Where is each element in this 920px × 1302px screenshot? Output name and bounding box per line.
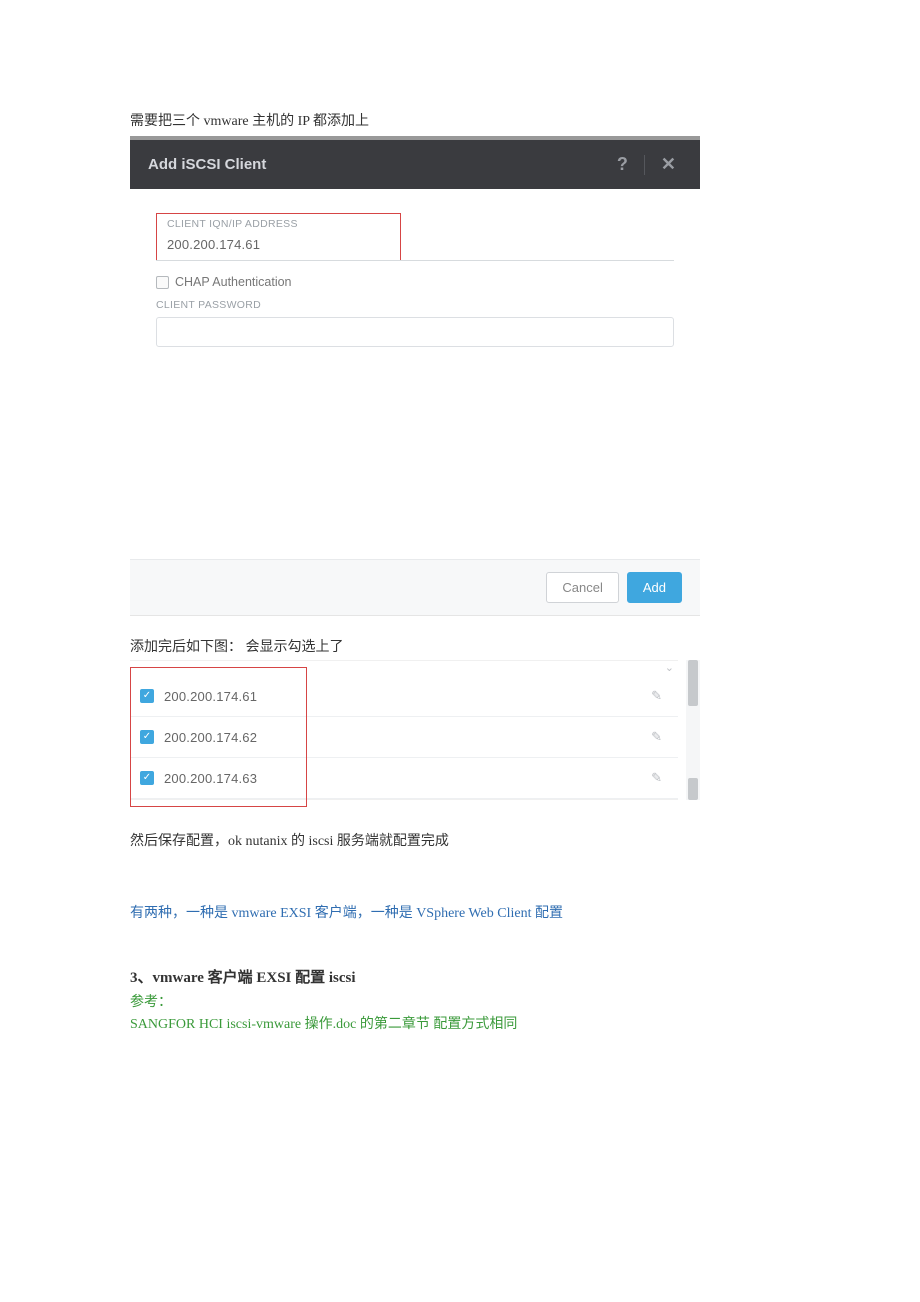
dialog-footer: Cancel Add <box>130 559 700 615</box>
paragraph-two-methods: 有两种，一种是 vmware EXSI 客户端，一种是 VSphere Web … <box>130 902 790 926</box>
dialog-header: Add iSCSI Client ? ✕ <box>130 140 700 189</box>
client-list: ⌄ ✓ 200.200.174.61 ✎ ✓ 200.200.174.62 ✎ <box>130 660 678 800</box>
input-underline <box>156 260 674 261</box>
list-item[interactable]: ✓ 200.200.174.63 ✎ <box>130 758 678 799</box>
edit-icon[interactable]: ✎ <box>651 729 662 745</box>
scroll-thumb[interactable] <box>688 778 698 800</box>
scroll-thumb[interactable] <box>688 660 698 706</box>
client-list-wrap: ⌄ ✓ 200.200.174.61 ✎ ✓ 200.200.174.62 ✎ <box>130 660 700 800</box>
header-divider <box>644 155 645 175</box>
dialog-header-actions: ? ✕ <box>611 154 682 175</box>
client-password-input[interactable] <box>156 317 674 347</box>
cancel-button[interactable]: Cancel <box>546 572 618 603</box>
scrollbar[interactable] <box>686 660 700 800</box>
intro-text: 需要把三个 vmware 主机的 IP 都添加上 <box>130 110 790 130</box>
chap-auth-row[interactable]: CHAP Authentication <box>156 275 674 289</box>
checked-icon: ✓ <box>140 730 154 744</box>
add-button[interactable]: Add <box>627 572 682 603</box>
after-add-text: 添加完后如下图： 会显示勾选上了 <box>130 636 790 656</box>
client-iqn-ip-field-highlight: CLIENT IQN/IP ADDRESS 200.200.174.61 <box>156 213 401 261</box>
reference-doc: SANGFOR HCI iscsi-vmware 操作.doc 的第二章节 配置… <box>130 1013 790 1033</box>
help-icon[interactable]: ? <box>611 154 634 175</box>
ip-text: 200.200.174.63 <box>164 771 257 786</box>
chap-label: CHAP Authentication <box>175 275 292 289</box>
client-password-label: CLIENT PASSWORD <box>156 299 674 311</box>
section-heading: 3、vmware 客户端 EXSI 配置 iscsi <box>130 966 790 987</box>
list-item[interactable]: ✓ 200.200.174.61 ✎ <box>130 676 678 717</box>
checked-icon: ✓ <box>140 689 154 703</box>
add-iscsi-client-dialog: Add iSCSI Client ? ✕ CLIENT IQN/IP ADDRE… <box>130 136 700 616</box>
reference-label: 参考： <box>130 991 790 1011</box>
dialog-body: CLIENT IQN/IP ADDRESS 200.200.174.61 CHA… <box>130 189 700 559</box>
list-item[interactable]: ✓ 200.200.174.62 ✎ <box>130 717 678 758</box>
dialog-title: Add iSCSI Client <box>148 156 266 173</box>
edit-icon[interactable]: ✎ <box>651 688 662 704</box>
ip-text: 200.200.174.62 <box>164 730 257 745</box>
paragraph-save-config: 然后保存配置，ok nutanix 的 iscsi 服务端就配置完成 <box>130 830 790 854</box>
list-top-fragment: ⌄ <box>130 661 678 676</box>
client-iqn-ip-label: CLIENT IQN/IP ADDRESS <box>167 218 390 230</box>
ip-text: 200.200.174.61 <box>164 689 257 704</box>
edit-icon[interactable]: ✎ <box>651 770 662 786</box>
checked-icon: ✓ <box>140 771 154 785</box>
close-icon[interactable]: ✕ <box>655 154 682 175</box>
client-iqn-ip-value[interactable]: 200.200.174.61 <box>167 237 260 252</box>
chap-checkbox[interactable] <box>156 276 169 289</box>
